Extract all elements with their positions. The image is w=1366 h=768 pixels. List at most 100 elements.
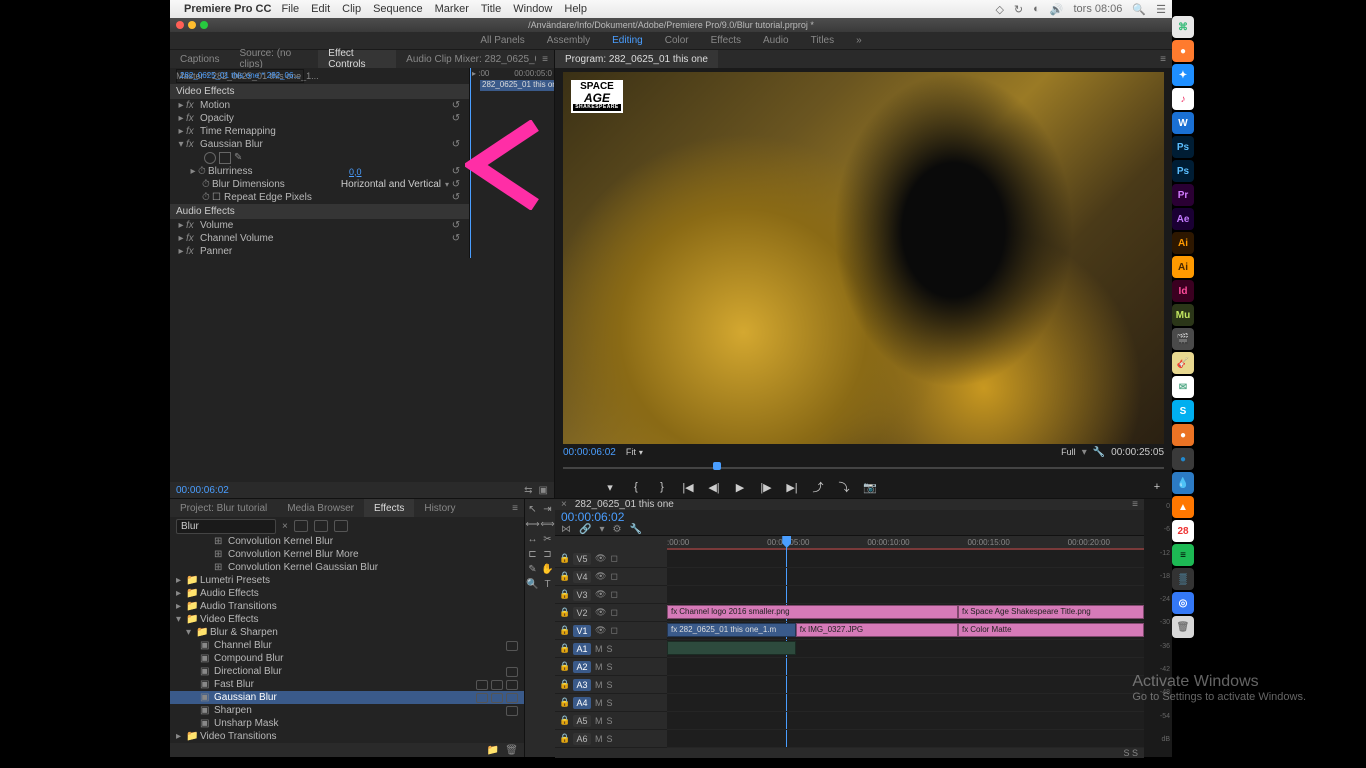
clip-img[interactable]: fxIMG_0327.JPG [796,623,958,637]
app-name[interactable]: Premiere Pro CC [184,3,271,15]
menu-marker[interactable]: Marker [435,3,469,15]
rolling-tool[interactable]: ⟺ [541,518,554,531]
scrubber-playhead[interactable] [713,462,721,470]
spotlight-icon[interactable]: 🔍 [1132,3,1146,16]
workspace-titles[interactable]: Titles [811,35,835,46]
ec-zoom-toggle-icon[interactable]: ⇆ [524,485,532,496]
fx-badge[interactable]: fx [186,246,200,257]
settings-icon[interactable]: ⚙ [612,524,621,535]
effect-item[interactable]: Convolution Kernel Blur [228,536,333,547]
extract-icon[interactable]: ⤵ [837,479,851,495]
lift-icon[interactable]: ⤴ [811,479,825,495]
yuv-badge-filter[interactable] [334,520,348,532]
reset-blur-dims[interactable]: ↺ [449,179,463,190]
dock-app-icon[interactable]: Ps [1172,160,1194,182]
in-point-icon[interactable]: { [629,481,643,493]
clip-channel-logo[interactable]: fxChannel logo 2016 smaller.png [667,605,958,619]
go-to-in-icon[interactable]: |◀ [681,481,695,494]
track-v2[interactable]: V2 [573,607,591,619]
tab-project[interactable]: Project: Blur tutorial [170,499,277,517]
dock-app-icon[interactable]: ▒ [1172,568,1194,590]
clip-space-age-title[interactable]: fxSpace Age Shakespeare Title.png [958,605,1144,619]
workspace-overflow[interactable]: » [856,35,862,46]
workspace-assembly[interactable]: Assembly [547,35,590,46]
32bit-badge-filter[interactable] [314,520,328,532]
track-v1[interactable]: V1 [573,625,591,637]
effect-panner[interactable]: Panner [200,246,463,257]
audio-meters[interactable]: 0-6-12 -18-24-30 -36-42-48 -54dB [1144,499,1172,757]
clip-main-video[interactable]: fx282_0625_01 this one_1.m [667,623,796,637]
stopwatch-icon[interactable]: ⏱ [198,166,208,177]
effect-volume[interactable]: Volume [200,220,449,231]
program-timecode[interactable]: 00:00:06:02 [563,447,616,458]
dock-app-icon[interactable]: Id [1172,280,1194,302]
effects-search-input[interactable] [176,519,276,534]
menu-file[interactable]: File [281,3,299,15]
dock-app-icon[interactable]: ● [1172,40,1194,62]
repeat-edge-checkbox[interactable]: ☐ [212,192,224,203]
ripple-tool[interactable]: ⟷ [526,518,539,531]
folder-arrow[interactable]: ▸ [176,601,186,612]
track-a3[interactable]: A3 [573,679,591,691]
reset-volume[interactable]: ↺ [449,220,463,231]
tab-media-browser[interactable]: Media Browser [277,499,364,517]
menu-title[interactable]: Title [481,3,501,15]
accelerated-badge-filter[interactable] [294,520,308,532]
ec-sequence-clip[interactable]: 282_0625_01 this one * 282_06... [176,69,304,83]
snap-icon[interactable]: ⋈ [561,524,571,535]
menu-clip[interactable]: Clip [342,3,361,15]
step-back-icon[interactable]: ◀| [707,481,721,494]
dock-app-icon[interactable]: ⌘ [1172,16,1194,38]
dropbox-icon[interactable]: ◇ [995,3,1003,16]
effect-item[interactable]: Convolution Kernel Blur More [228,549,359,560]
fx-badge[interactable]: fx [186,100,200,111]
dock-app-icon[interactable]: Ae [1172,208,1194,230]
mask-ellipse-icon[interactable] [204,152,216,164]
lock-icon[interactable]: 🔒 [559,625,569,636]
program-monitor[interactable]: SPACE AGE SHAKESPEARE [563,72,1164,444]
zoom-tool[interactable]: 🔍 [526,578,539,591]
effect-keyframe-area[interactable]: ▸ :00 00:00:05:0 282_0625_01 this on [469,68,554,258]
param-blurriness[interactable]: Blurriness [208,166,349,177]
lock-icon[interactable]: 🔒 [559,643,569,654]
dock-app-icon[interactable]: W [1172,112,1194,134]
mask-rect-icon[interactable] [219,152,231,164]
folder-lumetri[interactable]: Lumetri Presets [200,575,270,586]
workspace-effects[interactable]: Effects [711,35,741,46]
volume-disclose[interactable] [176,220,186,231]
panel-menu-icon[interactable]: ≡ [536,54,554,65]
output-icon[interactable]: ◻ [610,553,617,564]
program-panel-menu-icon[interactable]: ≡ [1154,54,1172,65]
blurriness-value[interactable]: 0,0 [349,167,449,177]
dock-app-icon[interactable]: 🗑 [1172,616,1194,638]
effect-item[interactable]: Unsharp Mask [214,718,278,729]
param-blur-dimensions[interactable]: Blur Dimensions [212,179,341,190]
minimize-button[interactable] [188,21,196,29]
rate-stretch-tool[interactable]: ↔ [526,533,539,546]
maximize-button[interactable] [200,21,208,29]
lock-icon[interactable]: 🔒 [559,697,569,708]
mask-pen-icon[interactable] [234,152,246,164]
lock-icon[interactable]: 🔒 [559,661,569,672]
resolution-dropdown[interactable]: Full [1061,447,1076,457]
output-icon[interactable]: ◻ [610,607,617,618]
lock-icon[interactable]: 🔒 [559,553,569,564]
effect-item[interactable]: Channel Blur [214,640,272,651]
linked-selection-icon[interactable]: 🔗 [579,524,591,535]
effect-time-remapping[interactable]: Time Remapping [200,126,463,137]
folder-blur-sharpen[interactable]: Blur & Sharpen [210,627,278,638]
dock-app-icon[interactable]: 28 [1172,520,1194,542]
track-a1[interactable]: A1 [573,643,591,655]
fx-badge[interactable]: fx [186,233,200,244]
selection-tool[interactable]: ↖ [526,503,539,516]
tab-audio-clip-mixer[interactable]: Audio Clip Mixer: 282_0625_01 this o [396,50,536,68]
track-v4[interactable]: V4 [573,571,591,583]
tab-effects-panel[interactable]: Effects [364,499,414,517]
timeline-panel-menu-icon[interactable]: ≡ [1132,499,1138,510]
stopwatch-icon[interactable]: ⏱ [202,192,212,203]
tab-captions[interactable]: Captions [170,50,229,68]
blur-dimensions-dropdown[interactable]: Horizontal and Vertical [341,179,449,190]
fx-badge[interactable]: fx [186,113,200,124]
reset-blurriness[interactable]: ↺ [449,166,463,177]
tab-effect-controls[interactable]: Effect Controls [318,50,396,68]
